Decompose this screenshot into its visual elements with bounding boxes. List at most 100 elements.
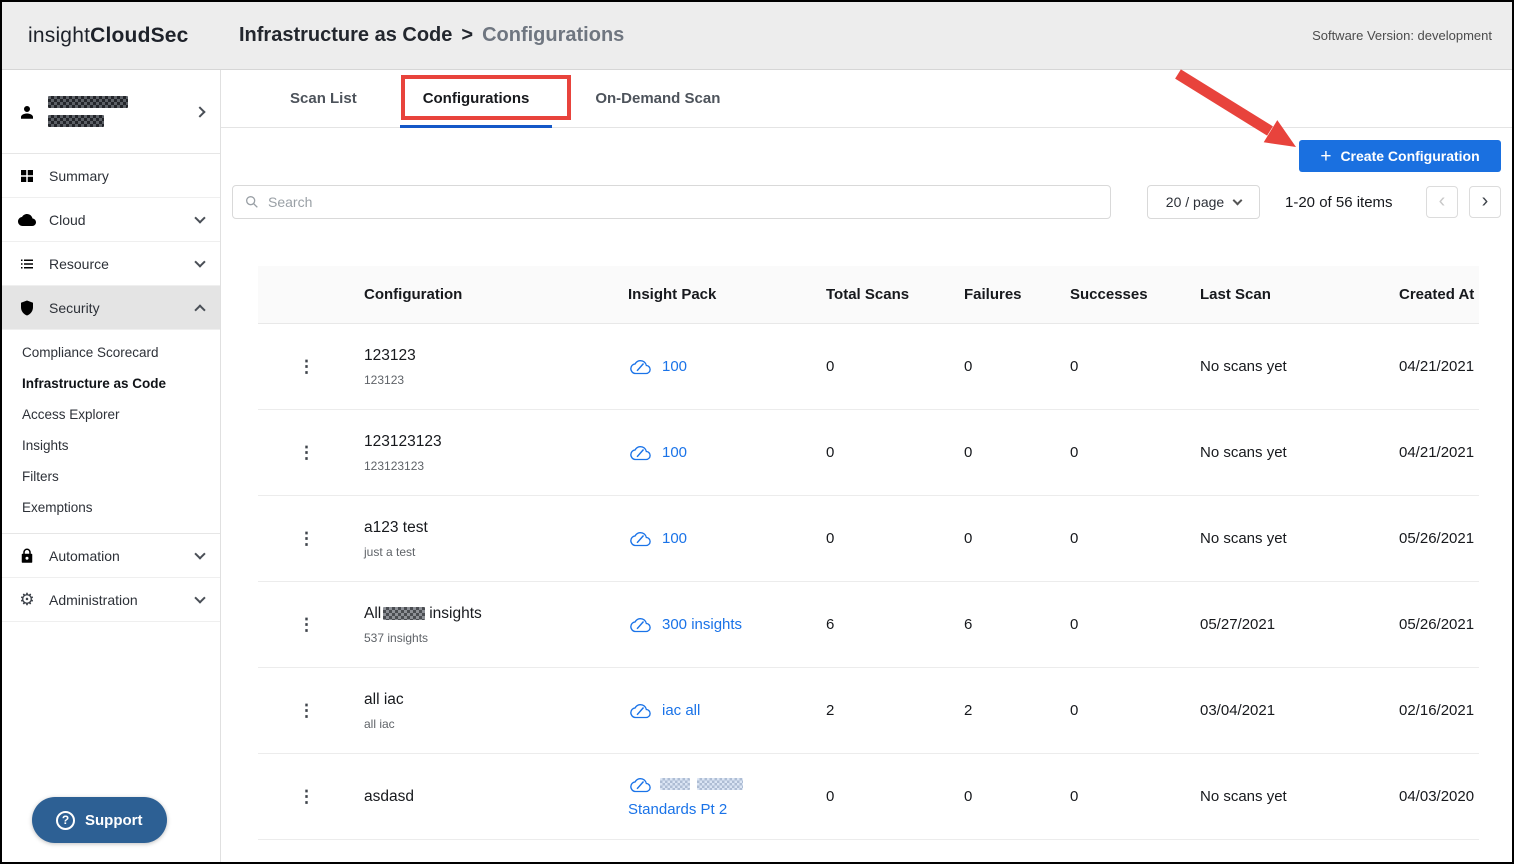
successes-value: 0 <box>1070 788 1079 805</box>
column-header-last-scan: Last Scan <box>1200 286 1271 303</box>
create-configuration-label: Create Configuration <box>1340 148 1480 164</box>
breadcrumb-parent[interactable]: Infrastructure as Code <box>239 24 452 47</box>
sidebar-item-access-explorer[interactable]: Access Explorer <box>2 399 220 430</box>
insight-pack-icon <box>628 615 653 634</box>
configuration-name: a123 test <box>364 519 428 537</box>
page-size-value: 20 / page <box>1165 194 1225 210</box>
configuration-description: 537 insights <box>364 630 429 645</box>
plus-icon: + <box>1320 145 1332 167</box>
failures-value: 0 <box>964 358 973 375</box>
total-scans-value: 0 <box>826 788 835 805</box>
configuration-name: 123123 <box>364 347 416 365</box>
row-menu-kebab-icon[interactable]: ⋮ <box>298 701 315 720</box>
last-scan-value: No scans yet <box>1200 530 1287 547</box>
create-configuration-button[interactable]: + Create Configuration <box>1299 140 1501 172</box>
total-scans-value: 0 <box>826 358 835 375</box>
search-input[interactable] <box>268 194 1099 210</box>
sidebar-item-filters[interactable]: Filters <box>2 461 220 492</box>
row-menu-kebab-icon[interactable]: ⋮ <box>298 443 315 462</box>
top-header: insightCloudSec Infrastructure as Code >… <box>2 2 1512 70</box>
sidebar-item-cloud[interactable]: Cloud <box>2 198 220 242</box>
table-header-row: Configuration Insight Pack Total Scans F… <box>258 266 1479 324</box>
column-header-insight-pack: Insight Pack <box>628 286 717 303</box>
last-scan-value: 03/04/2021 <box>1200 702 1276 719</box>
user-name-redacted <box>48 96 184 127</box>
insight-pack-link[interactable]: iac all <box>662 702 700 720</box>
configuration-description: all iac <box>364 716 395 731</box>
sidebar: Summary Cloud Resource Security Complian… <box>2 70 221 862</box>
column-header-failures: Failures <box>964 286 1022 303</box>
table-row: ⋮ asdasd Standards Pt 2 0 0 0 No scans y… <box>258 754 1479 840</box>
insight-pack-icon <box>628 357 653 376</box>
chevron-down-icon <box>194 547 206 560</box>
table-row: ⋮ All insights 537 insights 300 insights … <box>258 582 1479 668</box>
row-menu-kebab-icon[interactable]: ⋮ <box>298 529 315 548</box>
configurations-table: Configuration Insight Pack Total Scans F… <box>258 266 1479 840</box>
total-scans-value: 2 <box>826 702 835 719</box>
sidebar-item-security[interactable]: Security <box>2 286 220 330</box>
chevron-up-icon <box>194 303 206 316</box>
sidebar-item-label: Summary <box>49 167 109 184</box>
sidebar-item-infrastructure-as-code[interactable]: Infrastructure as Code <box>2 368 220 399</box>
last-scan-value: No scans yet <box>1200 358 1287 375</box>
sidebar-item-compliance-scorecard[interactable]: Compliance Scorecard <box>2 337 220 368</box>
configuration-name: all iac <box>364 691 404 709</box>
insight-pack-icon <box>628 443 653 462</box>
shield-icon <box>18 299 36 317</box>
failures-value: 0 <box>964 788 973 805</box>
insight-pack-link[interactable]: 300 insights <box>662 616 742 634</box>
tab-scan-list[interactable]: Scan List <box>257 70 390 127</box>
configuration-name: All insights <box>364 605 482 623</box>
breadcrumb-current: Configurations <box>482 24 625 46</box>
chevron-down-icon <box>194 591 206 604</box>
sidebar-item-label: Administration <box>49 591 138 608</box>
tab-on-demand-scan[interactable]: On-Demand Scan <box>562 70 753 127</box>
last-scan-value: 05/27/2021 <box>1200 616 1276 633</box>
chevron-down-icon <box>1232 195 1243 205</box>
column-header-successes: Successes <box>1070 286 1148 303</box>
brand-bold: CloudSec <box>90 23 189 47</box>
created-at-value: 05/26/2021 <box>1399 616 1475 633</box>
sidebar-item-exemptions[interactable]: Exemptions <box>2 492 220 523</box>
breadcrumb-separator: > <box>461 24 474 46</box>
sidebar-item-insights[interactable]: Insights <box>2 430 220 461</box>
user-profile[interactable] <box>2 70 220 154</box>
list-icon <box>18 255 36 273</box>
insight-pack-link[interactable]: 100 <box>662 530 687 548</box>
pagination-next-button[interactable]: › <box>1469 186 1501 218</box>
row-menu-kebab-icon[interactable]: ⋮ <box>298 787 315 806</box>
configuration-name: 123123123 <box>364 433 442 451</box>
successes-value: 0 <box>1070 530 1079 547</box>
tab-configurations[interactable]: Configurations <box>390 70 563 128</box>
insight-pack-link[interactable]: 100 <box>662 444 687 462</box>
failures-value: 6 <box>964 616 973 633</box>
sidebar-item-label: Automation <box>49 547 120 564</box>
created-at-value: 05/26/2021 <box>1399 530 1475 547</box>
table-row: ⋮ 123123 123123 100 0 0 0 No scans yet 0… <box>258 324 1479 410</box>
gear-icon: ⚙ <box>19 590 35 609</box>
sidebar-item-resource[interactable]: Resource <box>2 242 220 286</box>
row-menu-kebab-icon[interactable]: ⋮ <box>298 357 315 376</box>
sidebar-item-summary[interactable]: Summary <box>2 154 220 198</box>
column-header-configuration: Configuration <box>364 286 463 303</box>
security-submenu: Compliance Scorecard Infrastructure as C… <box>2 330 220 534</box>
insight-pack-link[interactable]: 100 <box>662 358 687 376</box>
pagination-prev-button[interactable]: ‹ <box>1426 186 1458 218</box>
cloud-icon <box>18 211 36 229</box>
support-button[interactable]: ? Support <box>32 797 167 843</box>
created-at-value: 04/21/2021 <box>1399 444 1475 461</box>
sidebar-item-administration[interactable]: ⚙ Administration <box>2 578 220 622</box>
created-at-value: 02/16/2021 <box>1399 702 1475 719</box>
page-size-select[interactable]: 20 / page <box>1147 185 1260 219</box>
brand-logo[interactable]: insightCloudSec <box>2 24 221 48</box>
chevron-down-icon <box>194 211 206 224</box>
insight-pack-link[interactable]: Standards Pt 2 <box>628 801 826 819</box>
row-menu-kebab-icon[interactable]: ⋮ <box>298 615 315 634</box>
sidebar-item-label: Cloud <box>49 211 86 228</box>
failures-value: 0 <box>964 444 973 461</box>
column-header-total-scans: Total Scans <box>826 286 910 303</box>
redacted-text-block <box>697 778 743 790</box>
search-icon <box>244 194 260 210</box>
sidebar-item-automation[interactable]: Automation <box>2 534 220 578</box>
sidebar-item-label: Security <box>49 299 100 316</box>
